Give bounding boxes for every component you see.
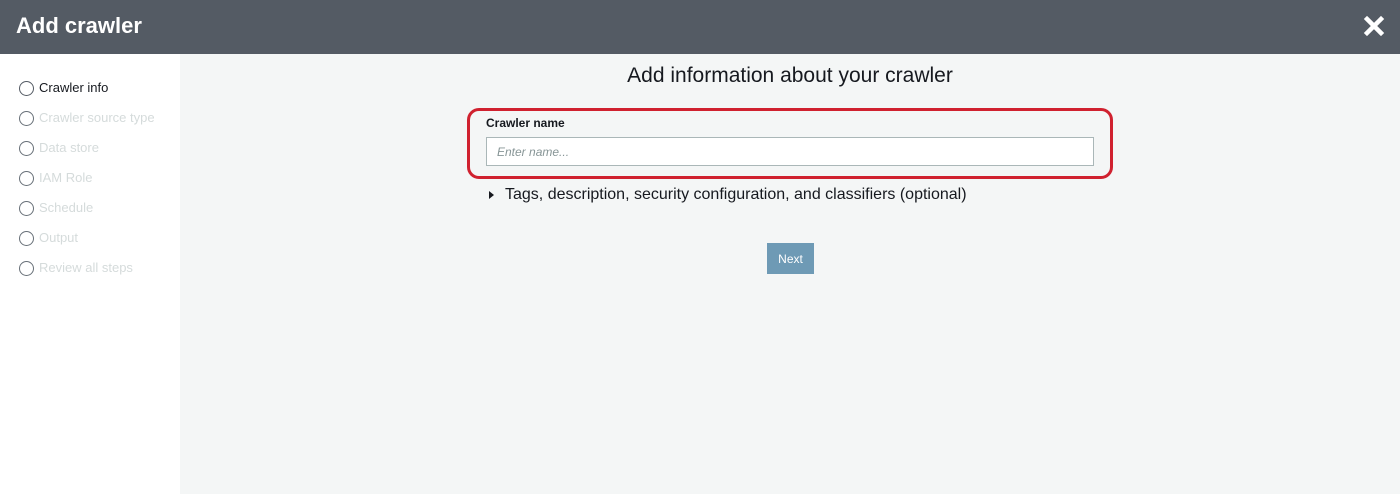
modal-title: Add crawler	[16, 13, 142, 38]
step-circle-icon	[19, 230, 34, 246]
step-circle-icon	[19, 110, 34, 126]
step-circle-icon	[19, 260, 34, 276]
step-data-store: Data store	[19, 139, 99, 157]
step-circle-icon	[19, 170, 34, 186]
main-content: Add information about your crawler Crawl…	[180, 54, 1400, 494]
step-review-all-steps: Review all steps	[19, 259, 133, 277]
next-button[interactable]: Next	[767, 243, 814, 274]
step-crawler-source-type: Crawler source type	[19, 109, 155, 127]
step-label: Schedule	[39, 200, 94, 215]
close-icon	[1363, 15, 1385, 37]
optional-settings-label: Tags, description, security configuratio…	[505, 186, 967, 203]
crawler-name-input[interactable]	[486, 137, 1094, 166]
step-schedule: Schedule	[19, 199, 93, 217]
page-title: Add information about your crawler	[627, 64, 953, 87]
step-label: Output	[39, 230, 79, 245]
modal-header: Add crawler	[0, 0, 1400, 54]
step-circle-icon	[19, 200, 34, 216]
close-button[interactable]	[1360, 12, 1388, 40]
step-output: Output	[19, 229, 78, 247]
step-label: Crawler info	[39, 80, 109, 95]
step-circle-icon	[19, 140, 34, 156]
step-label: Data store	[39, 140, 99, 155]
caret-right-icon	[489, 191, 494, 199]
crawler-name-label: Crawler name	[486, 116, 565, 130]
steps-sidebar: Crawler info Crawler source type Data st…	[0, 54, 180, 494]
step-label: IAM Role	[39, 170, 93, 185]
step-crawler-info[interactable]: Crawler info	[19, 79, 108, 97]
step-label: Crawler source type	[39, 110, 155, 125]
step-label: Review all steps	[39, 260, 133, 275]
step-circle-icon	[19, 80, 34, 96]
step-iam-role: IAM Role	[19, 169, 92, 187]
optional-settings-expander[interactable]: Tags, description, security configuratio…	[489, 185, 967, 205]
